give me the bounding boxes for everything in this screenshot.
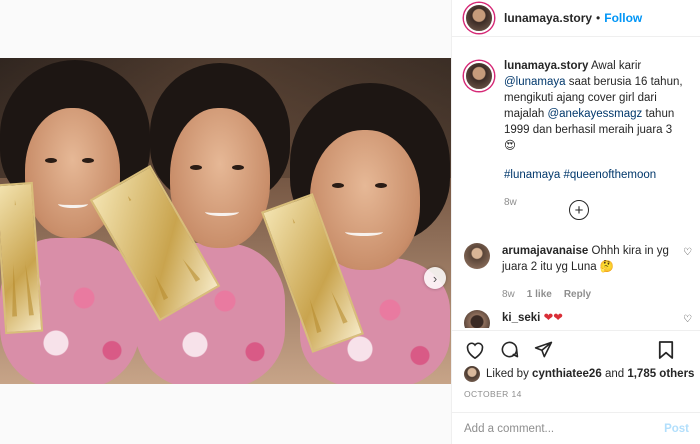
comment-icon xyxy=(501,341,518,358)
comment-username[interactable]: arumajavanaise xyxy=(502,245,588,257)
liker-username[interactable]: cynthiatee26 xyxy=(532,368,602,380)
person-3-eye-right xyxy=(375,183,387,188)
load-more-comments-button[interactable]: + xyxy=(569,200,589,220)
bookmark-icon xyxy=(658,341,674,359)
comments-list[interactable]: lunamaya.story Awal karir @lunamaya saat… xyxy=(452,58,700,328)
caption-mention-2[interactable]: @anekayessmagz xyxy=(547,108,642,120)
caption-hashtags[interactable]: #lunamaya #queenofthemoon xyxy=(504,167,687,183)
person-1-eye-left xyxy=(45,158,57,163)
comment-item: arumajavanaise Ohhh kira in yg juara 2 i… xyxy=(464,243,692,303)
comment-item: ki_seki ❤❤ ♡ xyxy=(464,310,692,328)
person-1-smile xyxy=(58,200,88,208)
person-3-smile xyxy=(345,228,383,236)
comment-avatar[interactable] xyxy=(464,243,490,269)
heart-icon xyxy=(466,342,484,359)
separator-dot: • xyxy=(596,11,601,25)
comment-input[interactable] xyxy=(464,422,665,435)
like-button[interactable] xyxy=(464,339,486,361)
likes-prefix: Liked by xyxy=(486,368,529,380)
post-actions-bar xyxy=(452,330,700,368)
likes-summary: Liked by cynthiatee26 and 1,785 others xyxy=(464,366,694,382)
person-1-eye-right xyxy=(82,158,94,163)
caption-username[interactable]: lunamaya.story xyxy=(504,60,588,72)
author-username[interactable]: lunamaya.story xyxy=(504,11,592,25)
caption-text: lunamaya.story Awal karir @lunamaya saat… xyxy=(504,58,687,211)
post-header: lunamaya.story • Follow xyxy=(452,0,700,37)
person-2-eye-right xyxy=(232,165,244,170)
comment-button[interactable] xyxy=(498,339,520,361)
likes-and: and xyxy=(604,368,625,380)
post-photo[interactable]: › xyxy=(0,58,451,384)
plus-circle-icon: + xyxy=(574,201,584,219)
comment-like-heart-icon[interactable]: ♡ xyxy=(683,247,692,258)
caption-time: 8w xyxy=(504,197,517,208)
caption-mention-1[interactable]: @lunamaya xyxy=(504,76,566,88)
person-3-eye-left xyxy=(332,183,344,188)
comment-age: 8w xyxy=(502,289,515,300)
photo-pane: › xyxy=(0,0,451,444)
post-caption: lunamaya.story Awal karir @lunamaya saat… xyxy=(452,58,700,211)
liker-avatar[interactable] xyxy=(464,366,480,382)
comment-username[interactable]: ki_seki xyxy=(502,312,540,324)
post-side-panel: lunamaya.story • Follow lunamaya.story A… xyxy=(451,0,700,444)
comment-reply-button[interactable]: Reply xyxy=(564,287,591,303)
comment-text: ❤❤ xyxy=(543,312,563,324)
share-icon xyxy=(534,341,552,358)
comment-likes[interactable]: 1 like xyxy=(527,287,552,303)
caption-text-1: Awal karir xyxy=(590,60,642,72)
next-photo-button[interactable]: › xyxy=(424,267,446,289)
comment-like-heart-icon[interactable]: ♡ xyxy=(683,314,692,325)
author-avatar[interactable] xyxy=(464,3,494,33)
add-comment-bar: Post xyxy=(452,412,700,444)
post-comment-button[interactable]: Post xyxy=(664,423,689,435)
caption-avatar[interactable] xyxy=(464,61,494,91)
comment-avatar[interactable] xyxy=(464,310,490,328)
follow-button[interactable]: Follow xyxy=(604,11,642,25)
person-2-eye-left xyxy=(190,165,202,170)
chevron-right-icon: › xyxy=(432,270,438,286)
share-button[interactable] xyxy=(532,339,554,361)
save-button[interactable] xyxy=(655,339,677,361)
likes-others[interactable]: 1,785 others xyxy=(627,368,694,380)
person-2-smile xyxy=(205,208,239,216)
post-date[interactable]: OCTOBER 14 xyxy=(464,389,522,399)
